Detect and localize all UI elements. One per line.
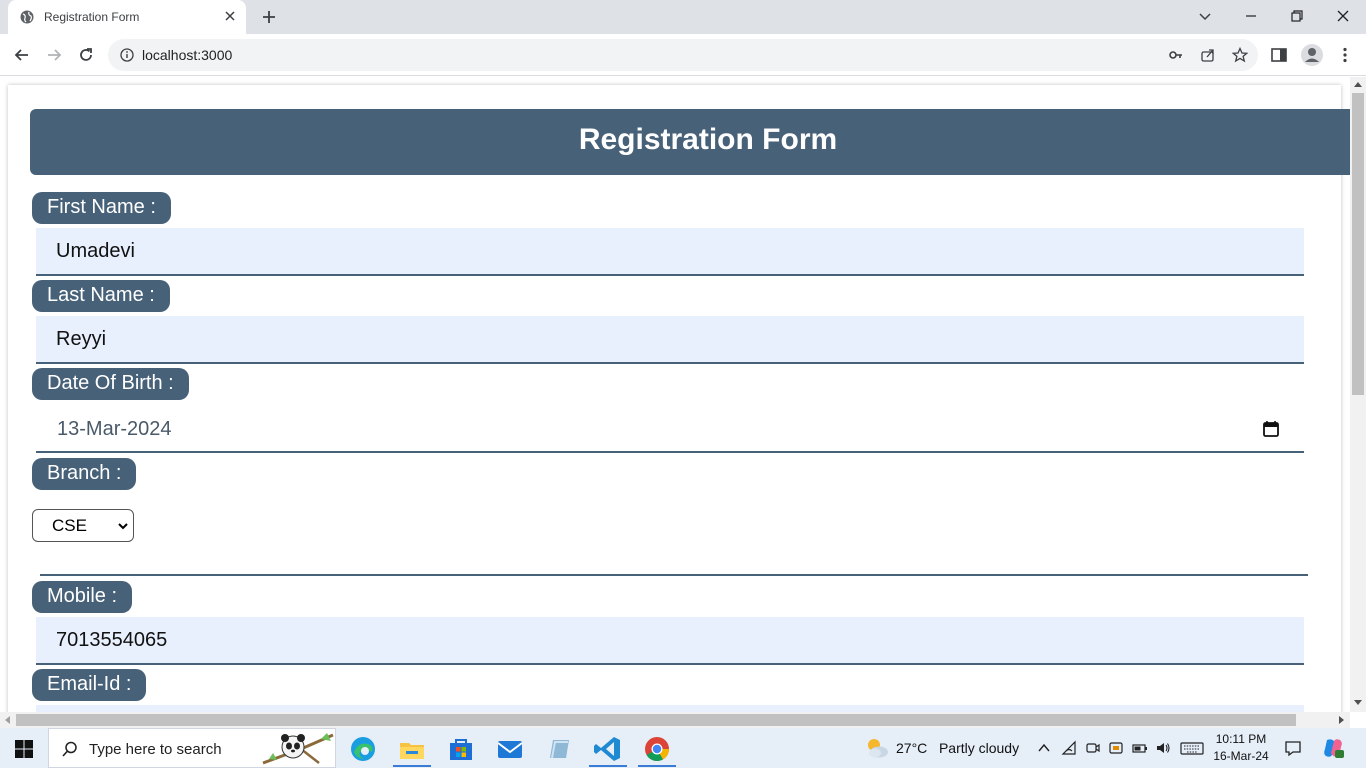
dob-value: 13-Mar-2024	[57, 418, 172, 440]
page-viewport: Registration Form First Name : Umadevi L…	[0, 77, 1350, 712]
close-window-icon[interactable]	[1333, 6, 1353, 26]
bookmark-star-icon[interactable]	[1232, 47, 1248, 63]
scroll-down-arrow-icon[interactable]	[1354, 700, 1362, 705]
search-placeholder: Type here to search	[89, 741, 222, 758]
vertical-scroll-thumb[interactable]	[1352, 93, 1364, 395]
file-explorer-active-indicator	[393, 765, 431, 767]
email-label: Email-Id :	[32, 669, 147, 701]
network-icon[interactable]	[1061, 740, 1077, 756]
url-text: localhost:3000	[142, 47, 233, 63]
microsoft-store-app-icon[interactable]	[446, 734, 476, 764]
taskbar-clock[interactable]: 10:11 PM 16-Mar-24	[1206, 731, 1276, 765]
dob-label: Date Of Birth :	[32, 368, 189, 400]
weather-condition: Partly cloudy	[938, 740, 1020, 756]
minimize-icon[interactable]	[1241, 6, 1261, 26]
close-tab-icon[interactable]	[222, 8, 238, 24]
horizontal-scrollbar[interactable]	[0, 712, 1350, 728]
windows-taskbar: Type here to search 27°C Partly cloudy 1…	[0, 728, 1366, 768]
vscode-app-icon[interactable]	[593, 734, 623, 764]
branch-select[interactable]: CSE	[32, 509, 134, 542]
tab-title: Registration Form	[44, 10, 140, 24]
file-explorer-app-icon[interactable]	[397, 734, 427, 764]
calendar-icon[interactable]	[1262, 420, 1280, 438]
mobile-label: Mobile :	[32, 581, 133, 613]
last-name-input[interactable]: Reyyi	[36, 316, 1304, 364]
mobile-input[interactable]: 7013554065	[36, 617, 1304, 665]
profile-avatar-icon[interactable]	[1300, 43, 1324, 67]
volume-icon[interactable]	[1155, 740, 1171, 756]
branch-selected-value: CSE	[52, 516, 87, 535]
edge-app-icon[interactable]	[348, 734, 378, 764]
menu-kebab-icon[interactable]	[1336, 46, 1354, 64]
scroll-up-arrow-icon[interactable]	[1354, 82, 1362, 87]
reload-icon[interactable]	[76, 45, 96, 65]
vscode-active-indicator	[589, 765, 627, 767]
tab-search-chevron-icon[interactable]	[1195, 6, 1215, 26]
new-tab-icon[interactable]	[260, 8, 278, 26]
browser-tab-strip: Registration Form	[0, 0, 1366, 34]
scroll-right-arrow-icon[interactable]	[1339, 716, 1344, 724]
first-name-value: Umadevi	[56, 240, 135, 262]
temperature: 27°C	[896, 740, 928, 756]
chevron-down-icon	[118, 523, 128, 530]
key-icon[interactable]	[1168, 47, 1184, 63]
horizontal-scroll-thumb[interactable]	[16, 714, 1296, 726]
last-name-value: Reyyi	[56, 328, 107, 350]
forward-icon[interactable]	[44, 45, 64, 65]
browser-toolbar: localhost:3000	[0, 34, 1366, 76]
restore-icon[interactable]	[1287, 6, 1307, 26]
form-header: Registration Form	[30, 109, 1350, 175]
partly-cloudy-weather-icon[interactable]	[864, 736, 890, 760]
scroll-left-arrow-icon[interactable]	[5, 716, 10, 724]
show-hidden-icons-chevron-icon[interactable]	[1036, 740, 1052, 756]
globe-icon	[20, 10, 34, 24]
notes-app-icon[interactable]	[544, 734, 574, 764]
mobile-value: 7013554065	[56, 629, 168, 651]
clock-date: 16-Mar-24	[1213, 749, 1269, 763]
search-icon	[62, 741, 77, 757]
last-name-label: Last Name :	[32, 280, 170, 312]
copilot-icon[interactable]	[1322, 737, 1344, 759]
site-info-icon[interactable]	[120, 48, 134, 62]
browser-tab[interactable]: Registration Form	[8, 0, 246, 34]
address-bar[interactable]: localhost:3000	[108, 39, 1258, 71]
keyboard-icon[interactable]	[1180, 740, 1204, 756]
taskbar-search-box[interactable]: Type here to search	[48, 728, 336, 768]
first-name-input[interactable]: Umadevi	[36, 228, 1304, 276]
notification-app-icon[interactable]	[1108, 740, 1124, 756]
notifications-icon[interactable]	[1284, 739, 1302, 757]
chrome-active-indicator	[638, 765, 676, 767]
meet-now-icon[interactable]	[1085, 740, 1101, 756]
share-icon[interactable]	[1200, 47, 1216, 63]
battery-icon[interactable]	[1132, 740, 1148, 756]
dob-input[interactable]: 13-Mar-2024	[36, 405, 1304, 453]
mail-app-icon[interactable]	[495, 734, 525, 764]
page-title: Registration Form	[578, 123, 838, 156]
panda-search-highlight-icon	[262, 733, 334, 765]
vertical-scrollbar[interactable]	[1350, 77, 1366, 712]
chrome-app-icon[interactable]	[642, 734, 672, 764]
windows-start-icon[interactable]	[14, 739, 34, 759]
branch-label: Branch :	[32, 458, 137, 490]
email-input[interactable]	[36, 705, 1304, 712]
back-icon[interactable]	[12, 45, 32, 65]
side-panel-icon[interactable]	[1270, 46, 1288, 64]
weather-widget[interactable]: 27°C Partly cloudy	[896, 740, 1019, 756]
branch-divider	[40, 574, 1308, 576]
first-name-label: First Name :	[32, 192, 171, 224]
clock-time: 10:11 PM	[1215, 732, 1267, 746]
